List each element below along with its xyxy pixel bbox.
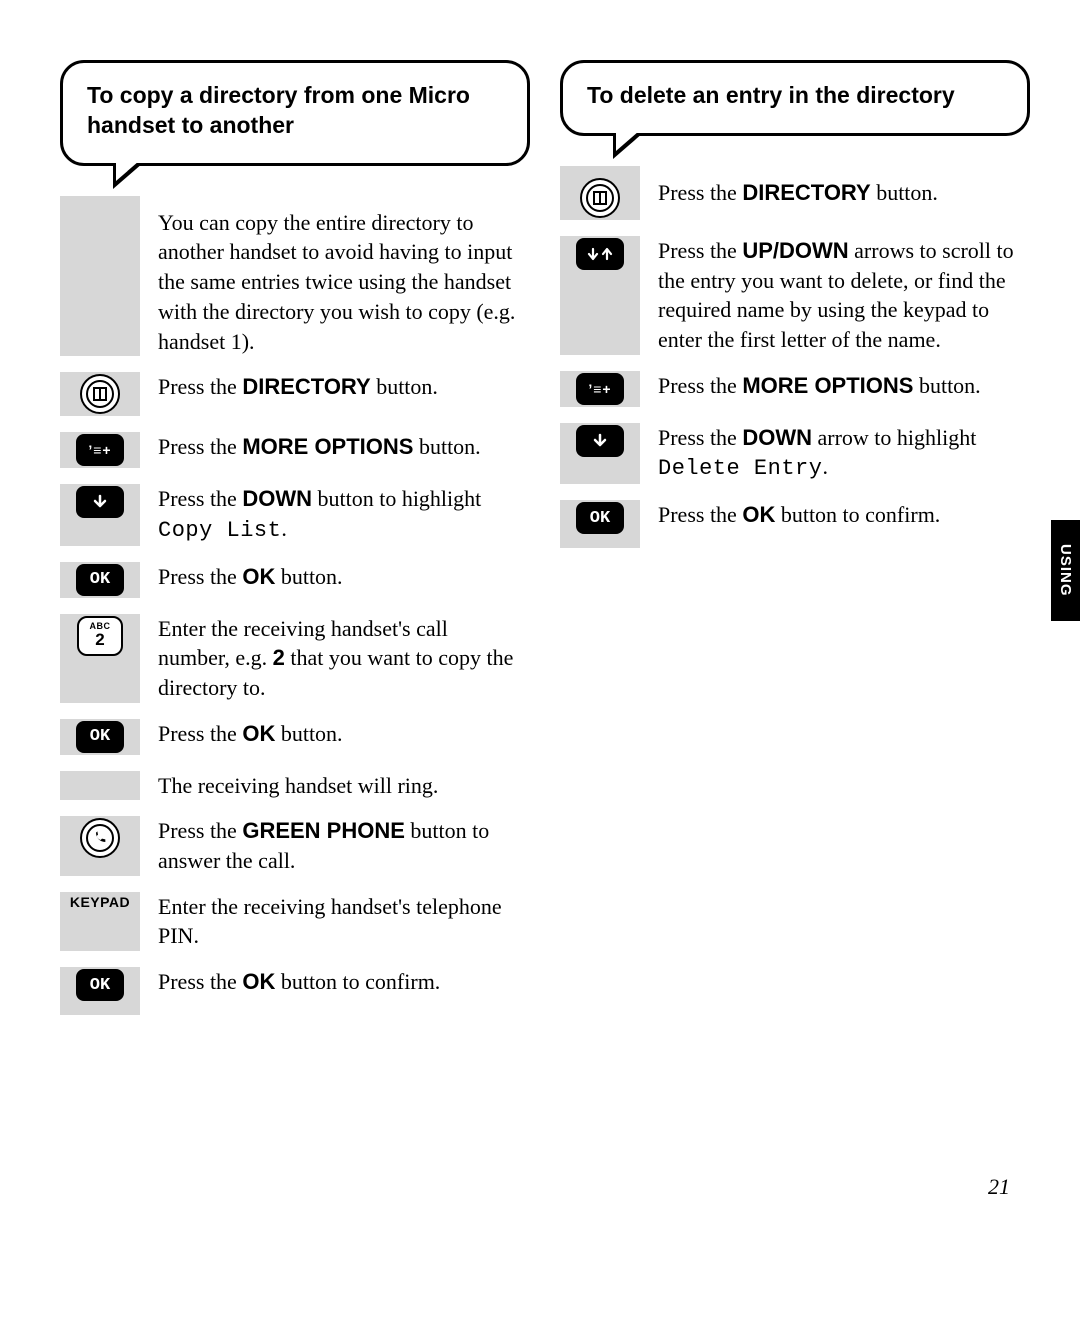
keypad-2-icon: ABC2 — [77, 616, 123, 656]
step-down: Press the DOWN button to highlight Copy … — [60, 484, 530, 545]
up-down-arrow-icon — [576, 238, 624, 270]
keypad-label-icon: KEYPAD — [70, 894, 130, 949]
step-pin: KEYPAD Enter the receiving handset's tel… — [60, 892, 530, 951]
right-column: To delete an entry in the directory Pres… — [560, 60, 1030, 1029]
callout-delete-entry: To delete an entry in the directory — [560, 60, 1030, 136]
step-ok-1: OK Press the OK button. — [60, 562, 530, 598]
more-options-icon: ’≡+ — [76, 434, 124, 466]
manual-page: To copy a directory from one Micro hands… — [0, 0, 1080, 1029]
step-down-r: Press the DOWN arrow to highlight Delete… — [560, 423, 1030, 484]
step-directory-r: Press the DIRECTORY button. — [560, 166, 1030, 220]
section-tab: USING — [1051, 520, 1080, 621]
step-directory: Press the DIRECTORY button. — [60, 372, 530, 416]
step-more-options: ’≡+ Press the MORE OPTIONS button. — [60, 432, 530, 468]
callout-title: To delete an entry in the directory — [587, 82, 955, 108]
intro-text: You can copy the entire directory to ano… — [140, 196, 530, 356]
down-arrow-icon — [576, 425, 624, 457]
step-intro: You can copy the entire directory to ano… — [60, 196, 530, 356]
step-more-r: ’≡+ Press the MORE OPTIONS button. — [560, 371, 1030, 407]
step-keypad-2: ABC2 Enter the receiving handset's call … — [60, 614, 530, 703]
down-arrow-icon — [76, 486, 124, 518]
callout-title: To copy a directory from one Micro hands… — [87, 82, 470, 138]
step-updown-r: Press the UP/DOWN arrows to scroll to th… — [560, 236, 1030, 355]
step-ok-confirm: OK Press the OK button to confirm. — [60, 967, 530, 1029]
left-column: To copy a directory from one Micro hands… — [60, 60, 530, 1029]
page-number: 21 — [988, 1174, 1010, 1200]
step-green-phone: Press the GREEN PHONE button to answer t… — [60, 816, 530, 875]
more-options-icon: ’≡+ — [576, 373, 624, 405]
green-phone-icon — [80, 818, 120, 858]
ok-icon: OK — [76, 564, 124, 596]
ok-icon: OK — [76, 969, 124, 1001]
right-steps: Press the DIRECTORY button. Press the UP… — [560, 166, 1030, 562]
step-ring: The receiving handset will ring. — [60, 771, 530, 801]
directory-icon — [80, 374, 120, 414]
step-ok-2: OK Press the OK button. — [60, 719, 530, 755]
directory-icon — [580, 178, 620, 218]
callout-tail-icon — [113, 163, 143, 189]
callout-tail-icon — [613, 133, 643, 159]
callout-copy-directory: To copy a directory from one Micro hands… — [60, 60, 530, 166]
ok-icon: OK — [76, 721, 124, 753]
step-ok-r: OK Press the OK button to confirm. — [560, 500, 1030, 562]
left-steps: You can copy the entire directory to ano… — [60, 196, 530, 1029]
ok-icon: OK — [576, 502, 624, 534]
